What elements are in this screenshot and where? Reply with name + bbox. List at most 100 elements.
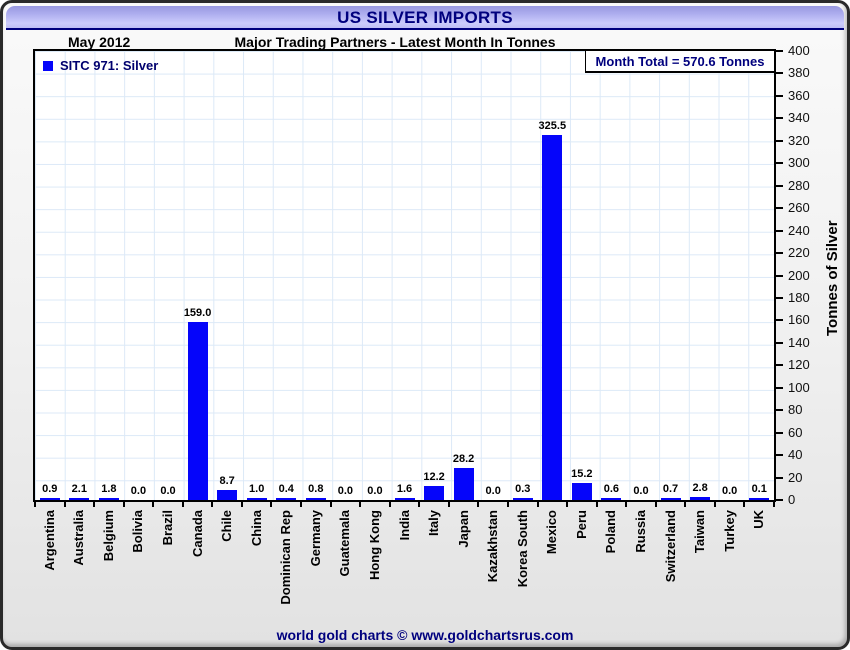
x-axis-label: China xyxy=(248,510,264,547)
y-axis-tick xyxy=(776,72,783,75)
y-axis-tick xyxy=(776,117,783,120)
y-axis-tick-label: 120 xyxy=(788,357,810,373)
y-axis-tick xyxy=(776,229,783,232)
x-axis-tick xyxy=(418,502,421,507)
y-axis-tick xyxy=(776,341,783,344)
y-axis-tick-label: 0 xyxy=(788,492,796,507)
y-axis-tick-label: 200 xyxy=(788,267,810,283)
y-axis-tick xyxy=(776,296,783,299)
x-axis-label: Belgium xyxy=(100,510,116,562)
x-axis-tick xyxy=(300,502,303,507)
bar-value-label: 15.2 xyxy=(571,468,593,480)
y-axis-tick xyxy=(776,364,783,367)
x-axis-tick xyxy=(477,502,480,507)
y-axis-tick-label: 320 xyxy=(788,132,810,148)
x-axis-tick xyxy=(122,502,125,507)
bar xyxy=(276,498,297,500)
x-axis-tick xyxy=(181,502,184,507)
y-axis-tick xyxy=(776,454,783,457)
y-axis-tick-label: 240 xyxy=(788,222,810,238)
x-axis-label: Argentina xyxy=(41,510,57,571)
y-axis-tick-label: 300 xyxy=(788,155,810,171)
x-axis-label: Italy xyxy=(426,510,442,537)
x-axis-label: Hong Kong xyxy=(366,510,382,581)
x-axis-tick xyxy=(359,502,362,507)
bar xyxy=(246,498,267,500)
x-axis-tick xyxy=(566,502,569,507)
x-axis-label: Turkey xyxy=(721,510,737,552)
x-axis-label: Brazil xyxy=(160,510,176,546)
bar xyxy=(394,498,415,500)
y-axis-tick xyxy=(776,476,783,479)
y-axis-tick xyxy=(776,139,783,142)
x-axis-label: Germany xyxy=(307,510,323,567)
y-axis-tick-label: 100 xyxy=(788,379,810,395)
x-axis-label: Guatemala xyxy=(337,510,353,577)
y-axis-tick-label: 80 xyxy=(788,402,803,418)
y-axis-tick-label: 220 xyxy=(788,245,810,261)
x-axis-label: Poland xyxy=(603,510,619,554)
x-axis-label: Russia xyxy=(632,510,648,553)
y-axis-tick xyxy=(776,252,783,255)
y-axis-tick xyxy=(776,499,783,501)
bar-value-label: 325.5 xyxy=(538,120,567,132)
bar xyxy=(660,498,681,500)
y-axis-tick-label: 40 xyxy=(788,447,803,463)
x-axis-label: Switzerland xyxy=(662,510,678,583)
x-axis-label: Kazakhstan xyxy=(485,510,501,583)
y-axis-tick xyxy=(776,386,783,389)
x-axis-tick xyxy=(270,502,273,507)
bar xyxy=(690,497,711,500)
x-axis-tick xyxy=(684,502,687,507)
chart-window: US SILVER IMPORTS May 2012 Major Trading… xyxy=(0,0,850,650)
chart-frame: US SILVER IMPORTS May 2012 Major Trading… xyxy=(0,0,850,650)
title-bar: US SILVER IMPORTS xyxy=(6,6,844,30)
x-axis-label: India xyxy=(396,510,412,541)
x-axis-tick xyxy=(625,502,628,507)
bar xyxy=(512,498,533,500)
y-axis-tick xyxy=(776,207,783,210)
bar-value-label: 159.0 xyxy=(183,307,212,319)
bar xyxy=(98,498,119,500)
bar xyxy=(69,498,90,500)
bar xyxy=(305,498,326,500)
x-axis-label: UK xyxy=(751,510,767,529)
x-axis-label: Dominican Rep xyxy=(278,510,294,605)
legend: SITC 971: Silver xyxy=(43,58,158,73)
y-axis-tick xyxy=(776,274,783,277)
x-axis-tick xyxy=(773,502,775,507)
x-axis-label: Taiwan xyxy=(692,510,708,554)
y-axis-tick xyxy=(776,162,783,165)
x-axis-tick xyxy=(595,502,598,507)
y-axis-tick-label: 160 xyxy=(788,312,810,328)
y-axis-tick xyxy=(776,431,783,434)
y-axis-tick-label: 340 xyxy=(788,110,810,126)
x-axis-tick xyxy=(447,502,450,507)
y-axis-tick-label: 400 xyxy=(788,43,810,58)
y-axis-tick xyxy=(776,409,783,412)
x-axis-label: Peru xyxy=(573,510,589,539)
y-axis-tick-label: 140 xyxy=(788,334,810,350)
bar xyxy=(749,498,770,500)
y-axis-tick-label: 60 xyxy=(788,424,803,440)
y-axis-tick-label: 180 xyxy=(788,289,810,305)
x-axis-tick xyxy=(34,502,36,507)
bar xyxy=(39,498,60,500)
y-axis-tick-label: 20 xyxy=(788,469,803,485)
x-axis-tick xyxy=(506,502,509,507)
x-axis-label: Korea South xyxy=(514,510,530,588)
x-axis-tick xyxy=(93,502,96,507)
x-axis-label: Canada xyxy=(189,510,205,557)
month-total-annotation: Month Total = 570.6 Tonnes xyxy=(585,51,774,73)
y-axis-tick-label: 380 xyxy=(788,65,810,81)
x-axis-tick xyxy=(654,502,657,507)
y-axis-tick-label: 360 xyxy=(788,87,810,103)
x-axis-tick xyxy=(743,502,746,507)
legend-swatch-icon xyxy=(43,60,53,71)
x-axis-label: Mexico xyxy=(544,510,560,555)
bar xyxy=(542,135,563,500)
bar xyxy=(187,322,208,500)
y-axis-tick xyxy=(776,94,783,97)
y-axis-tick-label: 280 xyxy=(788,177,810,193)
x-axis-tick xyxy=(211,502,214,507)
